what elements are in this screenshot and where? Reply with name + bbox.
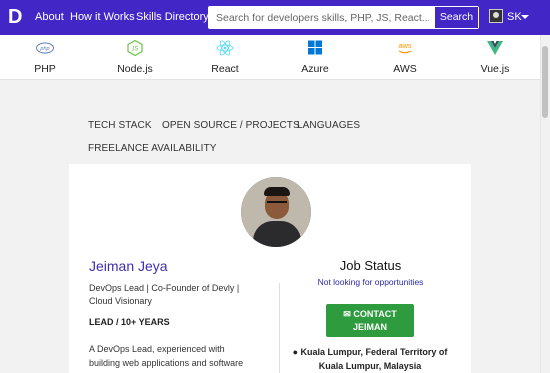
- skill-label: Vue.js: [480, 63, 510, 75]
- user-avatar[interactable]: [489, 9, 503, 23]
- svg-text:aws: aws: [398, 41, 412, 50]
- aws-icon: aws: [398, 41, 412, 54]
- skill-vuejs[interactable]: Vue.js: [460, 35, 530, 80]
- azure-icon: [308, 40, 322, 55]
- job-status-value: Not looking for opportunities: [317, 277, 424, 287]
- developer-name: Jeiman Jeya: [89, 258, 168, 274]
- location-line-2: Kuala Lumpur, Malaysia: [318, 361, 422, 371]
- developer-title-line-2: Cloud Visionary: [89, 296, 152, 306]
- chat-icon: ✉: [343, 309, 351, 319]
- skill-label: PHP: [34, 63, 56, 75]
- skill-label: Node.js: [117, 63, 153, 75]
- contact-button[interactable]: ✉ CONTACT JEIMAN: [326, 304, 414, 337]
- caret-down-icon[interactable]: [521, 15, 529, 19]
- php-icon: php: [36, 42, 54, 54]
- skill-azure[interactable]: Azure: [280, 35, 350, 80]
- tab-freelance-availability[interactable]: FREELANCE AVAILABILITY: [88, 143, 217, 154]
- vuejs-icon: [487, 41, 503, 55]
- skills-strip: php PHP JS Node.js React Azure aws AWS V…: [0, 35, 540, 80]
- contact-name-label: JEIMAN: [352, 322, 387, 332]
- skill-label: React: [211, 63, 239, 75]
- svg-text:JS: JS: [131, 47, 138, 53]
- skill-nodejs[interactable]: JS Node.js: [100, 35, 170, 80]
- nav-link-how-it-works[interactable]: How it Works: [70, 11, 135, 24]
- skill-label: Azure: [301, 63, 329, 75]
- bio-line-2: building web applications and software: [89, 358, 244, 368]
- experience-level: LEAD / 10+ YEARS: [89, 317, 170, 327]
- user-menu-label[interactable]: SK: [507, 11, 522, 23]
- skill-php[interactable]: php PHP: [10, 35, 80, 80]
- contact-label: CONTACT: [353, 309, 397, 319]
- location-text-1: Kuala Lumpur, Federal Territory of: [300, 347, 448, 357]
- location-line-1: ● Kuala Lumpur, Federal Territory of: [288, 347, 452, 357]
- job-status-heading: Job Status: [339, 258, 402, 273]
- top-navbar: D About How it Works Skills Directory Se…: [0, 0, 550, 35]
- nodejs-icon: JS: [127, 40, 143, 56]
- bio-line-1: A DevOps Lead, experienced with: [89, 344, 225, 354]
- map-marker-icon: ●: [292, 347, 299, 357]
- tab-tech-stack[interactable]: TECH STACK: [88, 120, 152, 131]
- nav-link-skills-directory[interactable]: Skills Directory: [136, 11, 209, 24]
- svg-text:php: php: [39, 46, 49, 52]
- devly-logo[interactable]: D: [8, 7, 24, 27]
- developer-title-line-1: DevOps Lead | Co-Founder of Devly |: [89, 283, 240, 293]
- skill-aws[interactable]: aws AWS: [370, 35, 440, 80]
- scrollbar-thumb[interactable]: [542, 46, 548, 118]
- react-icon: [216, 40, 234, 56]
- nav-link-about[interactable]: About: [35, 11, 64, 24]
- skill-label: AWS: [393, 63, 417, 75]
- skill-react[interactable]: React: [190, 35, 260, 80]
- tab-languages[interactable]: LANGUAGES: [297, 120, 360, 131]
- search-input[interactable]: [209, 7, 436, 28]
- search-bar: Search: [208, 6, 479, 29]
- profile-photo: [241, 177, 311, 247]
- search-button[interactable]: Search: [435, 7, 478, 28]
- tab-open-source-projects[interactable]: OPEN SOURCE / PROJECTS: [162, 120, 300, 131]
- column-divider: [279, 283, 280, 373]
